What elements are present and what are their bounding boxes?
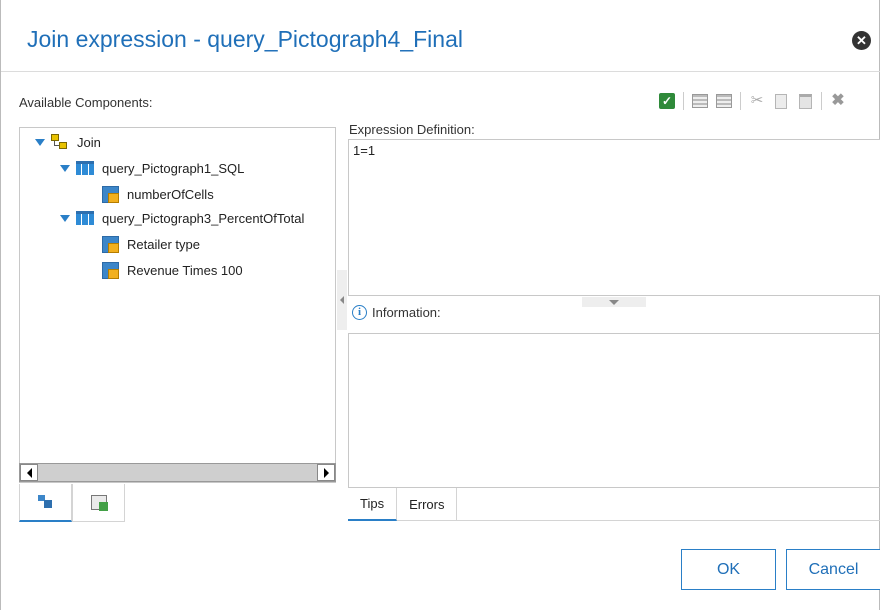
scroll-left-icon[interactable]	[20, 464, 38, 481]
join-icon	[51, 134, 69, 150]
information-tabs: Tips Errors	[348, 488, 880, 521]
toolbar-separator	[740, 92, 741, 110]
scroll-right-icon[interactable]	[317, 464, 335, 481]
query-table-icon	[76, 211, 94, 225]
components-tree: Join query_Pictograph1_SQL numberOfCells…	[19, 127, 336, 483]
source-tree-icon	[37, 495, 54, 509]
toolbar-separator	[683, 92, 684, 110]
expression-resize-grip[interactable]	[582, 297, 646, 307]
tree-horizontal-scrollbar[interactable]	[19, 463, 336, 482]
tree-node-label: query_Pictograph3_PercentOfTotal	[102, 210, 305, 226]
tree-node-query[interactable]: query_Pictograph3_PercentOfTotal	[60, 207, 304, 229]
tab-errors[interactable]: Errors	[397, 488, 458, 521]
information-label: Information:	[372, 305, 441, 320]
cut-icon[interactable]: ✂	[748, 92, 766, 110]
scrollbar-track[interactable]	[38, 464, 317, 481]
info-icon: i	[352, 305, 367, 320]
information-panel	[348, 333, 880, 488]
tab-source-tree[interactable]	[19, 484, 72, 522]
components-tabs	[19, 484, 125, 522]
ok-button[interactable]: OK	[681, 549, 776, 590]
tree-node-item[interactable]: Retailer type	[102, 233, 200, 255]
data-item-icon	[102, 235, 119, 253]
tree-node-join[interactable]: Join	[35, 131, 101, 153]
tree-node-label: query_Pictograph1_SQL	[102, 160, 245, 176]
data-item-icon	[102, 261, 119, 279]
tree-node-label: Revenue Times 100	[127, 262, 243, 278]
expression-definition-label: Expression Definition:	[349, 122, 475, 137]
lines-alt-icon[interactable]	[715, 92, 733, 110]
tree-node-label: numberOfCells	[127, 186, 214, 202]
dialog-titlebar: Join expression - query_Pictograph4_Fina…	[1, 0, 880, 72]
close-icon[interactable]: ✕	[852, 31, 871, 50]
lines-icon[interactable]	[691, 92, 709, 110]
information-header: i Information:	[352, 305, 441, 320]
tree-node-item[interactable]: Revenue Times 100	[102, 259, 243, 281]
expression-definition-input[interactable]	[348, 139, 880, 296]
cancel-button[interactable]: Cancel	[786, 549, 880, 590]
tree-node-item[interactable]: numberOfCells	[102, 183, 214, 205]
available-components-label: Available Components:	[19, 95, 153, 110]
tab-data-items[interactable]	[72, 484, 125, 522]
delete-icon[interactable]: ✖	[829, 92, 847, 110]
panel-splitter[interactable]	[337, 270, 347, 330]
tree-node-label: Retailer type	[127, 236, 200, 252]
tab-tips[interactable]: Tips	[348, 488, 398, 521]
tree-node-query[interactable]: query_Pictograph1_SQL	[60, 157, 244, 179]
query-table-icon	[76, 161, 94, 175]
paste-icon[interactable]	[796, 92, 814, 110]
copy-icon[interactable]	[772, 92, 790, 110]
data-item-icon	[102, 185, 119, 203]
expression-toolbar: ✓ ✂ ✖	[655, 91, 850, 111]
validate-check-icon[interactable]: ✓	[658, 92, 676, 110]
dialog-title: Join expression - query_Pictograph4_Fina…	[27, 26, 463, 52]
expand-arrow-icon[interactable]	[60, 214, 70, 222]
tree-node-label: Join	[77, 134, 101, 150]
join-expression-dialog: Join expression - query_Pictograph4_Fina…	[0, 0, 880, 610]
toolbar-separator	[821, 92, 822, 110]
expand-arrow-icon[interactable]	[35, 138, 45, 146]
expand-arrow-icon[interactable]	[60, 164, 70, 172]
data-items-icon	[90, 495, 108, 511]
